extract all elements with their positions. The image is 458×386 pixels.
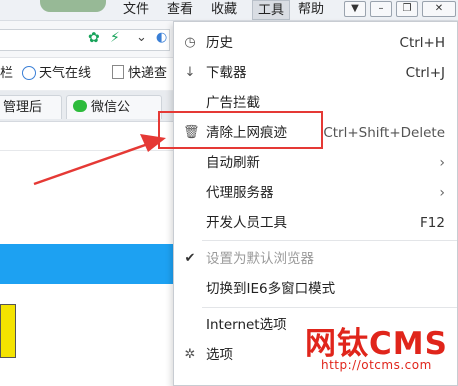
menu-help[interactable]: 帮助 [298,0,324,20]
menu-item-label: 开发人员工具 [206,215,287,231]
search-engine-icon[interactable]: ◐ [156,30,167,45]
menu-item-history[interactable]: ◷ 历史 Ctrl+H [174,29,457,57]
menu-file[interactable]: 文件 [123,0,149,20]
minimize-button[interactable]: – [370,1,392,17]
menu-item-label: 自动刷新 [206,155,260,171]
menu-item-label: 代理服务器 [206,185,274,201]
menu-item-label: Internet选项 [206,317,287,333]
menu-bar: 文件 查看 收藏 工具 帮助 ▼ – ❐ ✕ [0,0,458,21]
menu-item-label: 下载器 [206,65,247,81]
menu-favorites[interactable]: 收藏 [211,0,237,20]
watermark-title: 网钛CMS [305,326,448,362]
menu-item-shortcut: Ctrl+J [405,65,445,81]
menu-item-label: 切换到IE6多窗口模式 [206,281,336,297]
menu-item-downloader[interactable]: ↓ 下载器 Ctrl+J [174,59,457,87]
menu-item-label: 设置为默认浏览器 [206,251,314,267]
menu-separator [202,307,457,308]
globe-icon [22,66,36,80]
menu-item-label: 历史 [206,35,233,51]
fav-item-label: 天气在线 [39,66,92,81]
speed-mode-icon[interactable]: ⚡ [110,30,120,46]
page-icon [112,65,124,79]
chevron-right-icon: › [439,155,445,171]
gear-icon: ✲ [184,347,196,362]
menu-view[interactable]: 查看 [167,0,193,20]
menu-separator [202,240,457,241]
menu-item-label: 选项 [206,347,233,363]
menu-item-ie6-mode[interactable]: 切换到IE6多窗口模式 [174,275,457,303]
title-decoration [40,0,106,12]
menu-item-devtools[interactable]: 开发人员工具 F12 [174,209,457,237]
menu-item-proxy[interactable]: 代理服务器 › [174,179,457,207]
download-icon: ↓ [184,65,196,80]
fav-item-weather[interactable]: 天气在线 [22,64,91,84]
menu-item-shortcut: Ctrl+H [399,35,445,51]
tab-wechat[interactable]: 微信公 [66,95,162,119]
close-button[interactable]: ✕ [422,1,456,17]
refresh-icon[interactable]: ✿ [88,30,100,46]
wechat-icon [73,100,87,112]
watermark-url: http://otcms.com [321,358,432,372]
fav-item-label[interactable]: 栏 [0,64,13,84]
check-icon: ✔ [184,251,196,266]
restore-button[interactable]: ❐ [396,1,418,17]
menu-tools[interactable]: 工具 [252,0,290,20]
menu-item-shortcut: F12 [420,215,445,231]
skin-button[interactable]: ▼ [344,1,366,17]
annotation-highlight-box [158,111,323,149]
tab-label: 管理后 [3,100,43,115]
fav-item-express[interactable]: 快递查 [112,64,167,84]
menu-item-shortcut: Ctrl+Shift+Delete [323,125,445,141]
watermark: 网钛CMS http://otcms.com [305,318,453,374]
tab-label: 微信公 [91,100,131,115]
fav-item-label: 快递查 [128,66,168,81]
clock-icon: ◷ [184,35,196,50]
menu-item-set-default[interactable]: ✔ 设置为默认浏览器 [174,245,457,273]
menu-item-auto-refresh[interactable]: 自动刷新 › [174,149,457,177]
chevron-down-icon[interactable]: ⌄ [136,30,147,45]
page-thumbnail [0,304,16,358]
tab-admin[interactable]: 管理后 [0,95,62,119]
chevron-right-icon: › [439,185,445,201]
